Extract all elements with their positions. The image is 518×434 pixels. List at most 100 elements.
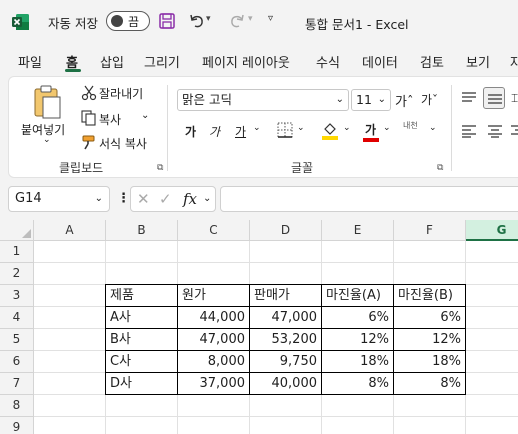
paste-dropdown-icon[interactable]: ⌄ — [43, 135, 51, 145]
column-header[interactable]: A — [34, 220, 106, 241]
align-right-icon[interactable] — [511, 124, 518, 138]
tab-review[interactable]: 검토 — [420, 52, 444, 71]
table-cell[interactable]: 8,000 — [178, 351, 249, 373]
grow-font-button[interactable]: 가ˆ — [395, 91, 413, 110]
table-cell[interactable]: 53,200 — [250, 329, 321, 351]
column-header[interactable]: F — [394, 220, 466, 241]
borders-dropdown-icon[interactable]: ⌄ — [297, 123, 305, 133]
tab-overflow[interactable]: 자 — [510, 52, 518, 71]
format-painter-button[interactable]: 서식 복사 — [99, 135, 147, 152]
column-header[interactable]: C — [178, 220, 250, 241]
table-cell[interactable]: 47,000 — [250, 307, 321, 329]
underline-button[interactable]: 가 — [235, 123, 246, 140]
clipboard-launcher-icon[interactable]: ⧉ — [157, 163, 163, 173]
row-header[interactable]: 3 — [0, 285, 34, 307]
table-header-cell[interactable]: 판매가 — [250, 285, 321, 307]
column-header[interactable]: E — [322, 220, 394, 241]
format-painter-icon[interactable] — [81, 134, 97, 150]
row-header[interactable]: 7 — [0, 373, 34, 395]
autosave-label: 자동 저장 — [48, 16, 98, 31]
column-header[interactable]: D — [250, 220, 322, 241]
table-cell[interactable]: 44,000 — [178, 307, 249, 329]
cut-icon[interactable] — [81, 85, 97, 101]
chevron-down-icon[interactable]: ⌄ — [203, 193, 211, 204]
underline-dropdown-icon[interactable]: ⌄ — [253, 123, 261, 133]
cut-button[interactable]: 잘라내기 — [99, 85, 143, 102]
column-header[interactable]: B — [106, 220, 178, 241]
insert-function-button[interactable]: fx — [183, 190, 197, 208]
worksheet-grid[interactable]: A B C D E F G 1 2 3 4 5 6 7 8 9 제품 원가 판매… — [0, 220, 518, 434]
tab-insert[interactable]: 삽입 — [100, 52, 124, 71]
table-cell[interactable]: D사 — [106, 373, 177, 395]
more-options-icon[interactable]: ⋮ — [117, 191, 130, 206]
table-cell[interactable]: 12% — [394, 329, 465, 351]
redo-icon[interactable] — [228, 12, 246, 30]
table-header-cell[interactable]: 제품 — [106, 285, 177, 307]
bold-button[interactable]: 가 — [185, 123, 196, 140]
copy-icon[interactable] — [81, 110, 97, 126]
tab-file[interactable]: 파일 — [18, 52, 42, 71]
font-launcher-icon[interactable]: ⧉ — [437, 163, 443, 173]
table-cell[interactable]: 8% — [322, 373, 393, 395]
enter-icon[interactable]: ✓ — [159, 190, 172, 208]
align-left-icon[interactable] — [461, 124, 477, 138]
undo-dropdown-icon[interactable]: ▾ — [206, 14, 211, 24]
table-cell[interactable]: 9,750 — [250, 351, 321, 373]
row-header[interactable]: 4 — [0, 307, 34, 329]
row-header[interactable]: 6 — [0, 351, 34, 373]
table-header-cell[interactable]: 원가 — [178, 285, 249, 307]
borders-icon[interactable] — [277, 122, 293, 138]
row-header[interactable]: 1 — [0, 241, 34, 263]
table-cell[interactable]: 8% — [394, 373, 465, 395]
align-middle-button[interactable] — [483, 87, 505, 109]
table-header-cell[interactable]: 마진율(B) — [394, 285, 465, 307]
save-icon[interactable] — [158, 12, 176, 30]
italic-button[interactable]: 가 — [209, 123, 220, 140]
font-size-combo[interactable]: 11 ⌄ — [351, 89, 391, 111]
select-all-button[interactable] — [0, 220, 34, 241]
row-header[interactable]: 8 — [0, 395, 34, 417]
row-header[interactable]: 9 — [0, 417, 34, 434]
table-cell[interactable]: 40,000 — [250, 373, 321, 395]
align-top-icon[interactable] — [461, 91, 477, 105]
phonetic-button[interactable]: 내천 — [403, 121, 425, 130]
row-header[interactable]: 2 — [0, 263, 34, 285]
tab-draw[interactable]: 그리기 — [144, 52, 180, 71]
row-header[interactable]: 5 — [0, 329, 34, 351]
phonetic-dropdown-icon[interactable]: ⌄ — [429, 123, 437, 133]
paste-icon[interactable] — [31, 85, 63, 119]
tab-data[interactable]: 데이터 — [362, 52, 398, 71]
cancel-icon[interactable]: ✕ — [137, 190, 150, 208]
table-cell[interactable]: 6% — [322, 307, 393, 329]
customize-qat-icon[interactable]: ▿ — [268, 13, 273, 24]
table-cell[interactable]: 6% — [394, 307, 465, 329]
table-cell[interactable]: C사 — [106, 351, 177, 373]
autosave-toggle[interactable]: 끔 — [106, 11, 150, 31]
redo-dropdown-icon[interactable]: ▾ — [248, 14, 253, 24]
table-cell[interactable]: 12% — [322, 329, 393, 351]
column-header-selected[interactable]: G — [466, 220, 518, 241]
tab-formulas[interactable]: 수식 — [316, 52, 340, 71]
font-name-combo[interactable]: 맑은 고딕 ⌄ — [177, 89, 349, 111]
table-cell[interactable]: B사 — [106, 329, 177, 351]
fill-color-dropdown-icon[interactable]: ⌄ — [343, 123, 351, 133]
align-bottom-icon[interactable]: ⌶ — [511, 91, 518, 106]
table-cell[interactable]: 37,000 — [178, 373, 249, 395]
fill-color-icon[interactable] — [321, 121, 339, 141]
copy-dropdown-icon[interactable]: ⌄ — [141, 110, 149, 121]
formula-input[interactable] — [220, 186, 518, 212]
font-color-dropdown-icon[interactable]: ⌄ — [383, 123, 391, 133]
table-cell[interactable]: A사 — [106, 307, 177, 329]
table-cell[interactable]: 18% — [394, 351, 465, 373]
table-cell[interactable]: 47,000 — [178, 329, 249, 351]
table-cell[interactable]: 18% — [322, 351, 393, 373]
tab-page-layout[interactable]: 페이지 레이아웃 — [202, 52, 290, 71]
shrink-font-button[interactable]: 가ˇ — [421, 91, 438, 108]
table-header-cell[interactable]: 마진율(A) — [322, 285, 393, 307]
font-color-button[interactable]: 가 — [365, 121, 376, 138]
align-center-icon[interactable] — [487, 124, 503, 138]
name-box[interactable]: G14 ⌄ — [8, 186, 110, 212]
tab-view[interactable]: 보기 — [466, 52, 490, 71]
copy-button[interactable]: 복사 — [99, 111, 121, 128]
undo-icon[interactable] — [188, 12, 206, 30]
